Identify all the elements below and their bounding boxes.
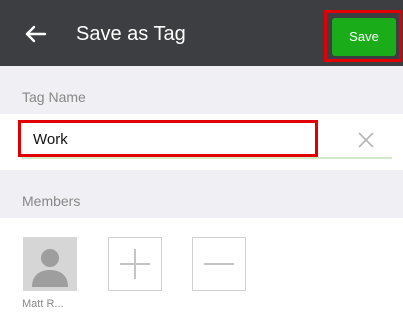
clear-button[interactable]: [357, 131, 375, 149]
add-member-button[interactable]: [108, 237, 162, 291]
minus-icon: [204, 263, 234, 265]
members-label: Members: [22, 193, 81, 209]
plus-icon: [120, 249, 150, 279]
member-name: Matt R...: [22, 298, 64, 310]
back-arrow-icon: [25, 25, 47, 43]
user-avatar-icon: [23, 237, 77, 291]
input-underline: [22, 157, 392, 159]
close-icon: [358, 132, 374, 148]
member-avatar[interactable]: [23, 237, 77, 291]
tag-name-label: Tag Name: [22, 89, 86, 105]
remove-member-button[interactable]: [192, 237, 246, 291]
page-title: Save as Tag: [76, 23, 186, 45]
back-button[interactable]: [22, 20, 50, 48]
save-button[interactable]: Save: [332, 18, 396, 56]
tag-name-input[interactable]: [33, 128, 303, 150]
